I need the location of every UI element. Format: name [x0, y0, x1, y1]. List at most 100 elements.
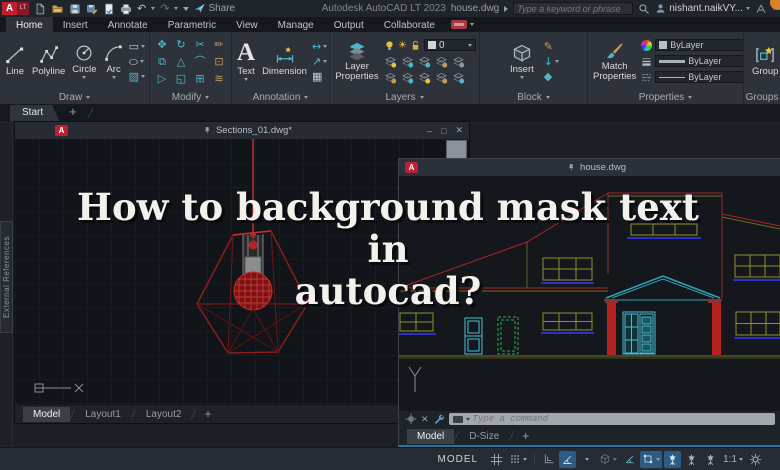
tab-insert[interactable]: Insert [53, 17, 98, 32]
trim-tool-icon[interactable]: ✂ [195, 39, 204, 50]
arc-tool[interactable]: Arc [102, 43, 126, 79]
object-snap-toggle[interactable] [640, 451, 662, 468]
recent-commands-icon[interactable] [453, 416, 463, 423]
autodesk-logo-icon[interactable] [755, 3, 767, 15]
layer-lock-icon[interactable] [410, 40, 421, 51]
group-button[interactable]: Group [750, 45, 780, 77]
minimize-button[interactable]: – [427, 126, 432, 136]
layer-tool-icon[interactable] [384, 71, 397, 84]
layout-tab-dsize[interactable]: D-Size [459, 429, 509, 444]
new-layout-button[interactable]: + [514, 429, 537, 443]
polyline-tool[interactable]: Polyline [30, 45, 67, 77]
print-icon[interactable] [120, 3, 132, 15]
search-icon[interactable] [638, 3, 650, 15]
redo-icon[interactable]: ↷ [160, 4, 169, 14]
help-search-box[interactable] [513, 2, 633, 15]
layout-tab-layout1[interactable]: Layout1 [75, 407, 131, 422]
layer-tool-icon[interactable] [401, 71, 414, 84]
fillet-tool-icon[interactable]: ⌒ [195, 56, 206, 67]
layer-tool-icon[interactable] [384, 55, 397, 68]
panel-label-layers[interactable]: Layers [330, 90, 479, 104]
panel-label-annotation[interactable]: Annotation [232, 90, 329, 104]
tab-manage[interactable]: Manage [268, 17, 324, 32]
dimension-tool[interactable]: Dimension [260, 45, 309, 77]
object-snap-tracking-toggle[interactable] [621, 451, 638, 468]
close-button[interactable]: ✕ [455, 125, 463, 136]
block-attribute-tool[interactable]: ◆ [544, 70, 559, 83]
save-icon[interactable] [69, 3, 81, 15]
tab-parametric[interactable]: Parametric [158, 17, 226, 32]
copy-tool-icon[interactable]: ⧉ [158, 56, 166, 67]
save-as-icon[interactable] [86, 3, 98, 15]
block-edit-tool[interactable]: ✎ [544, 40, 559, 53]
close-command-line-icon[interactable]: ✕ [421, 414, 429, 425]
snap-mode-toggle[interactable] [507, 451, 529, 468]
model-space-label[interactable]: MODEL [438, 454, 479, 465]
table-tool[interactable]: ▦ [312, 70, 327, 83]
new-drawing-tab-button[interactable]: + [61, 104, 85, 121]
layer-properties-button[interactable]: Layer Properties [333, 41, 381, 82]
account-menu[interactable]: nishant.naikVY... [655, 3, 750, 14]
array-tool-icon[interactable]: ⊞ [195, 73, 204, 84]
isometric-drafting-toggle[interactable] [597, 451, 619, 468]
plot-icon[interactable] [103, 3, 115, 15]
tab-annotate[interactable]: Annotate [98, 17, 158, 32]
command-input[interactable] [473, 414, 771, 424]
layer-select-dropdown[interactable]: 0 [424, 39, 476, 51]
rotate-tool-icon[interactable]: ↻ [176, 39, 185, 50]
panel-label-draw[interactable]: Draw [0, 90, 149, 104]
panel-label-groups[interactable]: Groups [744, 90, 780, 104]
insert-block-button[interactable]: Insert [508, 43, 536, 79]
layout-tab-model[interactable]: Model [23, 407, 70, 422]
layout-tab-model[interactable]: Model [407, 429, 454, 444]
command-input-box[interactable] [449, 413, 775, 425]
undo-icon[interactable]: ↶ [137, 4, 146, 14]
mirror-tool-icon[interactable]: △ [177, 56, 185, 67]
block-write-tool[interactable]: ↓ [544, 55, 559, 68]
scale-tool-icon[interactable]: ◱ [176, 73, 186, 84]
layer-on-bulb-icon[interactable] [384, 40, 395, 51]
offset-tool-icon[interactable]: ⊡ [214, 56, 223, 67]
help-search-input[interactable] [517, 4, 629, 14]
circle-tool[interactable]: Circle [70, 43, 98, 79]
explode-tool-icon[interactable]: ≋ [214, 73, 223, 84]
layer-tool-icon[interactable] [418, 55, 431, 68]
undo-dropdown-caret-icon[interactable] [151, 7, 155, 10]
tab-output[interactable]: Output [324, 17, 374, 32]
share-button[interactable]: Share [194, 3, 235, 14]
match-properties-button[interactable]: Match Properties [591, 41, 638, 82]
autoscale-toggle[interactable] [683, 451, 700, 468]
polar-tracking-toggle[interactable] [559, 451, 576, 468]
file-tab-start[interactable]: Start [10, 105, 59, 121]
lineweight-dropdown[interactable]: ByLayer [655, 55, 744, 67]
annotation-visibility-toggle[interactable] [664, 451, 681, 468]
layer-tool-icon[interactable] [401, 55, 414, 68]
house-window-titlebar[interactable]: A house.dwg [399, 159, 780, 176]
object-color-dropdown[interactable]: ByLayer [655, 39, 744, 51]
search-expand-icon[interactable] [504, 6, 508, 12]
leader-tool[interactable]: ↗ [312, 55, 327, 68]
layer-tool-icon[interactable] [435, 55, 448, 68]
open-file-icon[interactable] [51, 3, 64, 15]
rectangle-tool[interactable]: ▭ [129, 40, 145, 53]
erase-tool-icon[interactable]: ✏ [214, 39, 223, 50]
external-references-palette-tab[interactable]: External References [0, 221, 13, 333]
customization-button[interactable] [747, 451, 764, 468]
layer-thaw-sun-icon[interactable]: ☀ [398, 40, 407, 51]
ellipse-tool[interactable]: ○ [129, 55, 145, 68]
wrench-customize-icon[interactable] [433, 413, 445, 425]
recent-commands-caret-icon[interactable] [466, 418, 470, 421]
text-tool[interactable]: A Text [235, 41, 257, 81]
layer-tool-icon[interactable] [452, 55, 465, 68]
grid-display-toggle[interactable] [488, 451, 505, 468]
annotation-scale-button[interactable] [702, 451, 719, 468]
stretch-tool-icon[interactable]: ▷ [158, 73, 166, 84]
line-tool[interactable]: Line [3, 45, 27, 77]
layer-tool-icon[interactable] [435, 71, 448, 84]
qat-customize-caret-icon[interactable] [183, 7, 189, 11]
panel-label-properties[interactable]: Properties [588, 90, 743, 104]
tab-home[interactable]: Home [6, 17, 53, 32]
ortho-mode-toggle[interactable] [540, 451, 557, 468]
panel-label-block[interactable]: Block [480, 90, 587, 104]
layout-tab-layout2[interactable]: Layout2 [136, 407, 192, 422]
